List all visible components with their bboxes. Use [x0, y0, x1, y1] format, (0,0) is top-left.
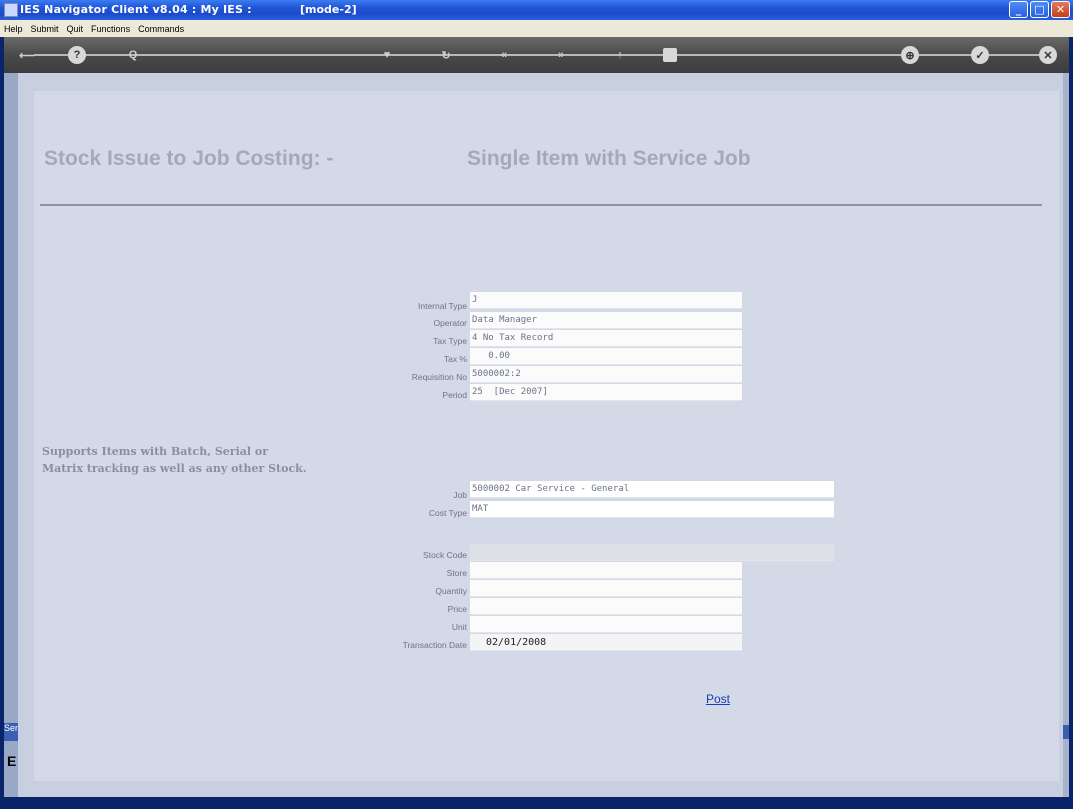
label-cost-type: Cost Type: [428, 508, 467, 518]
field-quantity[interactable]: [470, 580, 742, 597]
window-mode: [mode-2]: [300, 3, 357, 16]
field-operator[interactable]: Data Manager: [470, 312, 742, 329]
menu-commands[interactable]: Commands: [134, 24, 188, 34]
header-divider: [40, 204, 1042, 206]
client-area: Ser E Stock Issue to Job Costing: - Sing…: [4, 73, 1069, 797]
app-icon: [4, 3, 18, 17]
left-strip-glyph: E: [7, 753, 17, 769]
heart-icon[interactable]: ♥: [378, 46, 396, 64]
label-transaction-date: Transaction Date: [402, 640, 467, 650]
menu-quit[interactable]: Quit: [63, 24, 88, 34]
field-period[interactable]: 25 [Dec 2007]: [470, 384, 742, 401]
left-strip-tab[interactable]: Ser: [4, 723, 18, 741]
label-unit: Unit: [451, 622, 467, 632]
confirm-icon[interactable]: ✓: [971, 46, 989, 64]
left-side-strip: Ser E: [4, 73, 18, 797]
stop-icon[interactable]: [663, 48, 677, 62]
field-tax-percent[interactable]: 0.00: [470, 348, 742, 365]
label-requisition-no: Requisition No: [411, 372, 467, 382]
menu-functions[interactable]: Functions: [87, 24, 134, 34]
search-icon[interactable]: Q: [124, 46, 142, 64]
field-requisition-no[interactable]: 5000002:2: [470, 366, 742, 383]
post-link[interactable]: Post: [706, 692, 730, 706]
close-icon: ✕: [1055, 3, 1066, 16]
minimize-icon: _: [1015, 3, 1022, 16]
label-price: Price: [447, 604, 467, 614]
field-stock-code[interactable]: [470, 544, 834, 561]
field-store[interactable]: [470, 562, 742, 579]
label-operator: Operator: [433, 318, 467, 328]
back-arrow-icon[interactable]: ⟵: [12, 46, 42, 64]
field-transaction-date[interactable]: 02/01/2008: [470, 634, 742, 651]
close-window-button[interactable]: ✕: [1051, 1, 1070, 18]
toolbar-line: [34, 54, 1039, 56]
next-icon[interactable]: »: [552, 46, 570, 64]
form-panel: Stock Issue to Job Costing: - Single Ite…: [34, 91, 1059, 781]
info-note: Supports Items with Batch, Serial or Mat…: [42, 445, 307, 475]
page-title: Stock Issue to Job Costing: -: [44, 147, 334, 170]
maximize-icon: □: [1034, 3, 1045, 16]
label-stock-code: Stock Code: [423, 550, 467, 560]
field-price[interactable]: [470, 598, 742, 615]
page-subtitle: Single Item with Service Job: [467, 147, 751, 170]
menu-help[interactable]: Help: [0, 24, 27, 34]
label-store: Store: [446, 568, 467, 578]
minimize-button[interactable]: _: [1009, 1, 1028, 18]
label-tax-percent: Tax %: [443, 354, 467, 364]
menu-bar: Help Submit Quit Functions Commands: [0, 20, 1073, 37]
sort-icon[interactable]: ↑: [611, 46, 629, 64]
refresh-icon[interactable]: ↻: [437, 46, 455, 64]
right-side-strip: [1063, 73, 1069, 797]
field-unit[interactable]: [470, 616, 742, 633]
field-cost-type[interactable]: MAT: [470, 501, 834, 518]
label-internal-type: Internal Type: [418, 301, 467, 311]
app-window: IES Navigator Client v8.04 : My IES : [m…: [0, 0, 1073, 809]
prev-icon[interactable]: «: [495, 46, 513, 64]
title-bar[interactable]: IES Navigator Client v8.04 : My IES : [m…: [0, 0, 1073, 20]
window-title: IES Navigator Client v8.04 : My IES :: [20, 3, 252, 16]
toolbar: ⟵ ? Q ♥ ↻ « » ↑ ⊕ ✓ ✕: [4, 37, 1069, 73]
label-quantity: Quantity: [435, 586, 467, 596]
status-bar: [0, 797, 1073, 809]
field-job[interactable]: 5000002 Car Service - General: [470, 481, 834, 498]
maximize-button[interactable]: □: [1030, 1, 1049, 18]
print-icon[interactable]: ⊕: [901, 46, 919, 64]
menu-submit[interactable]: Submit: [27, 24, 63, 34]
field-internal-type[interactable]: J: [470, 292, 742, 309]
label-period: Period: [442, 390, 467, 400]
label-tax-type: Tax Type: [433, 336, 467, 346]
help-icon[interactable]: ?: [68, 46, 86, 64]
label-job: Job: [453, 490, 467, 500]
right-strip-tab[interactable]: [1063, 725, 1069, 739]
close-form-icon[interactable]: ✕: [1039, 46, 1057, 64]
field-tax-type[interactable]: 4 No Tax Record: [470, 330, 742, 347]
